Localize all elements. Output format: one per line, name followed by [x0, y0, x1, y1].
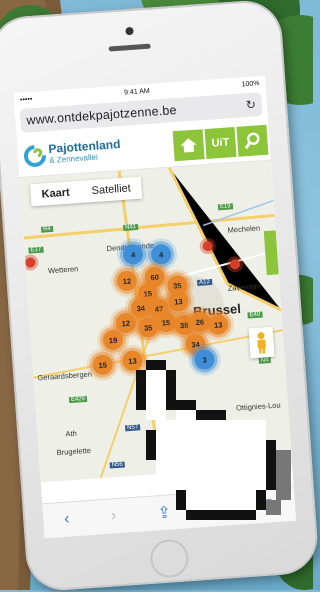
road-tag-r4: R4: [40, 225, 53, 233]
search-icon: [244, 132, 260, 150]
road-tag-a12: A12: [197, 278, 213, 286]
pegman-icon: [257, 332, 266, 354]
logo-mark-icon: [24, 144, 46, 167]
road-tag-e19: E19: [217, 203, 233, 211]
road-tag-n41: N41: [123, 223, 139, 231]
street-view-pegman[interactable]: [248, 326, 275, 359]
road-tag-e429: E429: [68, 395, 88, 404]
tab-kaart[interactable]: Kaart: [30, 181, 82, 206]
home-icon: [180, 138, 197, 153]
home-button[interactable]: [172, 129, 205, 162]
forward-icon[interactable]: ›: [110, 507, 117, 525]
road-tag-e40: E40: [247, 311, 263, 319]
back-icon[interactable]: ‹: [64, 510, 71, 528]
earpiece-speaker: [108, 43, 151, 52]
battery-level: 100%: [241, 79, 260, 88]
site-logo[interactable]: Pajottenland & Zennevallei: [17, 135, 174, 168]
front-camera: [125, 26, 134, 36]
road-tag-e17: E17: [28, 246, 44, 254]
reload-icon[interactable]: ↻: [245, 97, 256, 112]
tab-satelliet[interactable]: Satelliet: [80, 177, 143, 203]
side-panel-tab[interactable]: [263, 230, 279, 276]
road-tag-n56: N56: [109, 461, 125, 469]
carrier-signal: •••••: [19, 95, 33, 104]
phone-home-button[interactable]: [149, 538, 190, 579]
search-button[interactable]: [236, 124, 269, 157]
pointer-hand-icon: [136, 360, 291, 520]
uit-label: UiT: [211, 136, 230, 150]
uit-button[interactable]: UiT: [204, 126, 237, 159]
label-ath: Ath: [65, 428, 77, 439]
status-time: 9:41 AM: [123, 87, 150, 97]
